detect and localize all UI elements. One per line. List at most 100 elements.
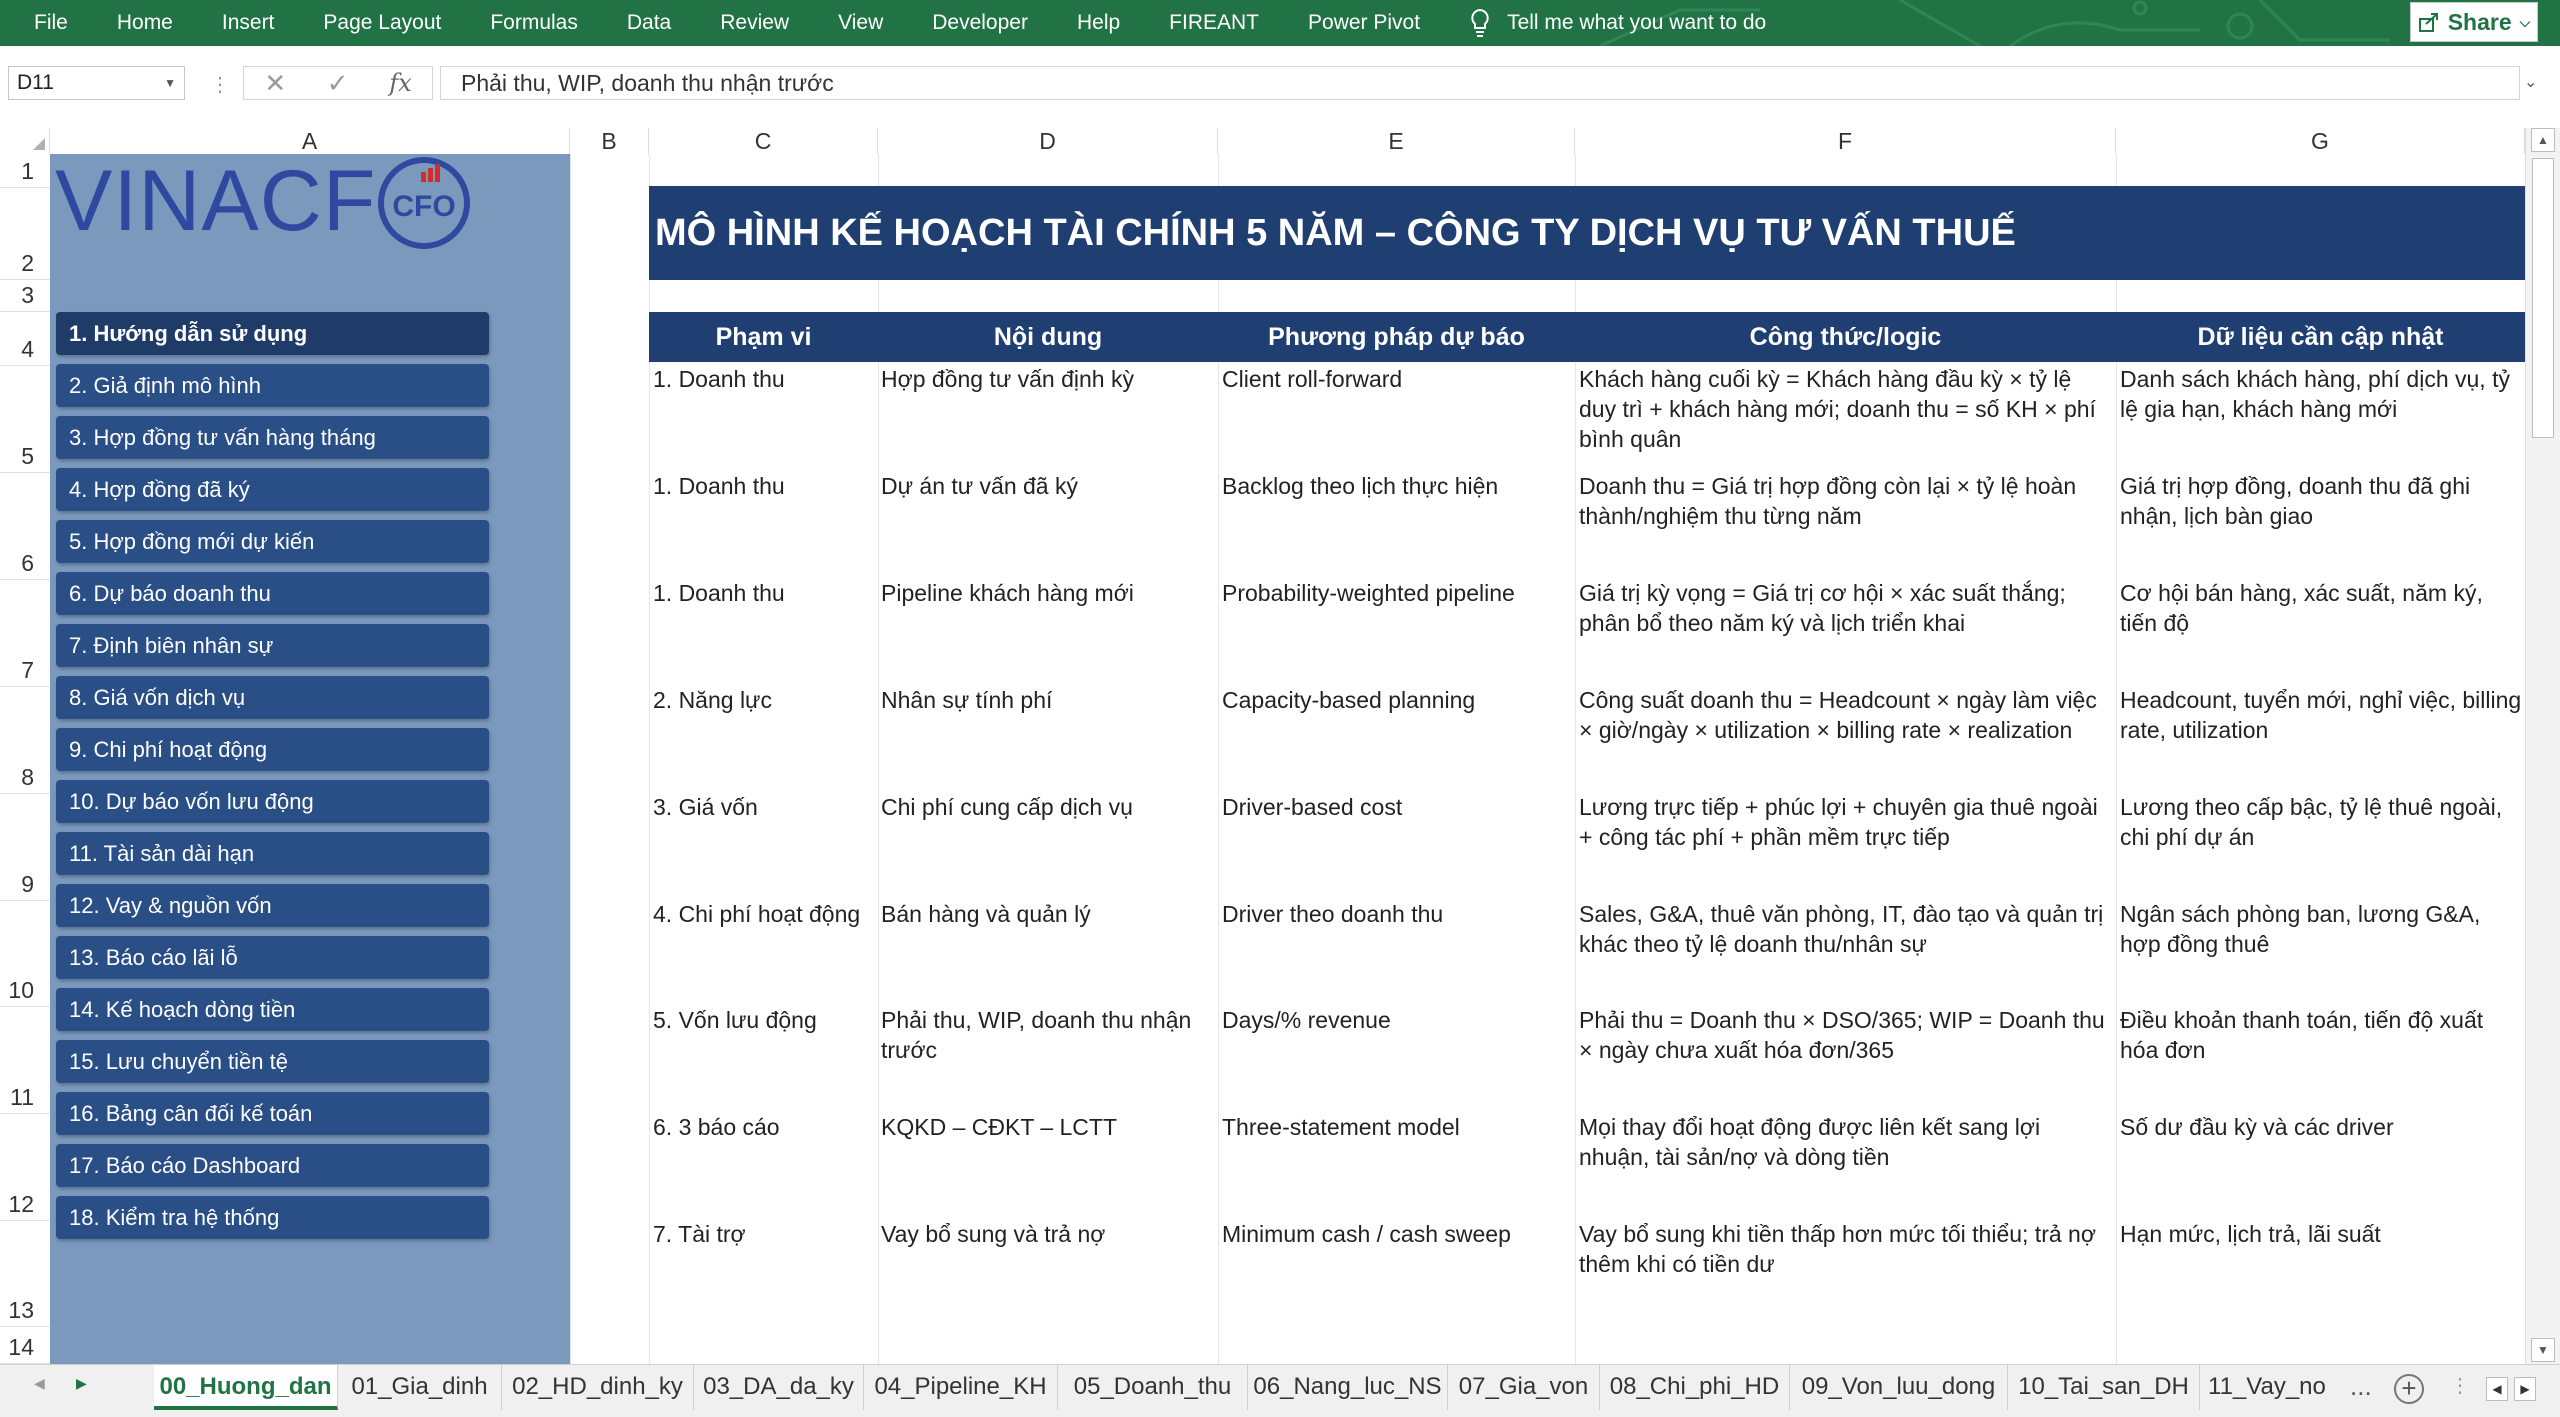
hscroll-right-icon[interactable]: ▶	[2514, 1377, 2536, 1401]
row-header-5[interactable]: 5	[0, 366, 50, 473]
table-cell[interactable]: Dự án tư vấn đã ký	[881, 471, 1216, 571]
scroll-thumb[interactable]	[2532, 158, 2554, 438]
row-header-8[interactable]: 8	[0, 687, 50, 794]
table-cell[interactable]: Phải thu, WIP, doanh thu nhận trước	[881, 1005, 1216, 1105]
table-cell[interactable]: Cơ hội bán hàng, xác suất, năm ký, tiến …	[2120, 578, 2525, 678]
table-cell[interactable]: 7. Tài trợ	[653, 1219, 877, 1319]
table-cell[interactable]: Driver-based cost	[1222, 792, 1574, 892]
add-sheet-icon[interactable]: +	[2394, 1374, 2424, 1404]
menu-home[interactable]: Home	[117, 11, 173, 35]
nav-button-13[interactable]: 13. Báo cáo lãi lỗ	[56, 936, 489, 979]
column-header-c[interactable]: C	[649, 128, 878, 154]
column-header-e[interactable]: E	[1218, 128, 1575, 154]
nav-button-16[interactable]: 16. Bảng cân đối kế toán	[56, 1092, 489, 1135]
table-cell[interactable]: Điều khoản thanh toán, tiến độ xuất hóa …	[2120, 1005, 2525, 1105]
table-cell[interactable]: 5. Vốn lưu động	[653, 1005, 877, 1105]
table-cell[interactable]: Vay bổ sung khi tiền thấp hơn mức tối th…	[1579, 1219, 2114, 1319]
table-cell[interactable]: Client roll-forward	[1222, 364, 1574, 464]
header-phuong-phap[interactable]: Phương pháp dự báo	[1218, 312, 1575, 362]
table-cell[interactable]: KQKD – CĐKT – LCTT	[881, 1112, 1216, 1212]
table-cell[interactable]: Lương trực tiếp + phúc lợi + chuyên gia …	[1579, 792, 2114, 892]
cancel-icon[interactable]: ✕	[264, 68, 286, 99]
formula-bar-grip-icon[interactable]: ⋮	[210, 72, 230, 97]
sheet-tab-08[interactable]: 08_Chi_phi_HD	[1600, 1365, 1790, 1410]
menu-page-layout[interactable]: Page Layout	[323, 11, 441, 35]
nav-button-4[interactable]: 4. Hợp đồng đã ký	[56, 468, 489, 511]
menu-data[interactable]: Data	[627, 11, 671, 35]
nav-button-1[interactable]: 1. Hướng dẫn sử dụng	[56, 312, 489, 355]
insert-function-icon[interactable]: fx	[389, 69, 411, 97]
nav-button-10[interactable]: 10. Dự báo vốn lưu động	[56, 780, 489, 823]
row-header-1[interactable]: 1	[0, 154, 50, 188]
table-cell[interactable]: 4. Chi phí hoạt động	[653, 899, 877, 999]
table-cell[interactable]: Giá trị hợp đồng, doanh thu đã ghi nhận,…	[2120, 471, 2525, 571]
enter-icon[interactable]: ✓	[327, 68, 349, 99]
sheet-tab-05[interactable]: 05_Doanh_thu	[1058, 1365, 1248, 1410]
table-cell[interactable]: Hạn mức, lịch trả, lãi suất	[2120, 1219, 2525, 1319]
row-header-12[interactable]: 12	[0, 1114, 50, 1221]
column-header-g[interactable]: G	[2116, 128, 2525, 154]
nav-button-11[interactable]: 11. Tài sản dài hạn	[56, 832, 489, 875]
nav-button-9[interactable]: 9. Chi phí hoạt động	[56, 728, 489, 771]
table-cell[interactable]: Sales, G&A, thuê văn phòng, IT, đào tạo …	[1579, 899, 2114, 999]
scroll-down-icon[interactable]: ▼	[2531, 1338, 2555, 1362]
nav-button-8[interactable]: 8. Giá vốn dịch vụ	[56, 676, 489, 719]
sheet-tab-11[interactable]: 11_Vay_no	[2200, 1365, 2330, 1410]
table-cell[interactable]: Doanh thu = Giá trị hợp đồng còn lại × t…	[1579, 471, 2114, 571]
table-cell[interactable]: Pipeline khách hàng mới	[881, 578, 1216, 678]
share-button[interactable]: Share ⌵	[2410, 2, 2538, 42]
header-pham-vi[interactable]: Phạm vi	[649, 312, 878, 362]
row-header-11[interactable]: 11	[0, 1007, 50, 1114]
column-header-b[interactable]: B	[570, 128, 649, 154]
table-cell[interactable]: Capacity-based planning	[1222, 685, 1574, 785]
menu-view[interactable]: View	[838, 11, 883, 35]
formula-input[interactable]: Phải thu, WIP, doanh thu nhận trước	[440, 66, 2520, 100]
table-cell[interactable]: 1. Doanh thu	[653, 471, 877, 571]
table-cell[interactable]: Số dư đầu kỳ và các driver	[2120, 1112, 2525, 1212]
sheet-tab-10[interactable]: 10_Tai_san_DH	[2008, 1365, 2200, 1410]
nav-button-7[interactable]: 7. Định biên nhân sự	[56, 624, 489, 667]
row-header-9[interactable]: 9	[0, 794, 50, 901]
nav-button-6[interactable]: 6. Dự báo doanh thu	[56, 572, 489, 615]
table-cell[interactable]: 1. Doanh thu	[653, 364, 877, 464]
nav-button-2[interactable]: 2. Giả định mô hình	[56, 364, 489, 407]
table-cell[interactable]: Backlog theo lịch thực hiện	[1222, 471, 1574, 571]
row-header-7[interactable]: 7	[0, 580, 50, 687]
vertical-scrollbar[interactable]: ▲ ▼	[2525, 128, 2560, 1364]
table-cell[interactable]: Minimum cash / cash sweep	[1222, 1219, 1574, 1319]
menu-fireant[interactable]: FIREANT	[1169, 11, 1259, 35]
menu-developer[interactable]: Developer	[932, 11, 1028, 35]
sheet-tab-07[interactable]: 07_Gia_von	[1448, 1365, 1600, 1410]
name-box[interactable]: D11 ▼	[8, 66, 185, 100]
menu-insert[interactable]: Insert	[222, 11, 275, 35]
tab-scroll-right-icon[interactable]: ▶	[76, 1375, 87, 1392]
nav-button-15[interactable]: 15. Lưu chuyển tiền tệ	[56, 1040, 489, 1083]
row-header-2[interactable]: 2	[0, 188, 50, 280]
nav-button-3[interactable]: 3. Hợp đồng tư vấn hàng tháng	[56, 416, 489, 459]
table-cell[interactable]: Mọi thay đổi hoạt động được liên kết san…	[1579, 1112, 2114, 1212]
table-cell[interactable]: Headcount, tuyển mới, nghỉ việc, billing…	[2120, 685, 2525, 785]
table-cell[interactable]: Công suất doanh thu = Headcount × ngày l…	[1579, 685, 2114, 785]
column-header-d[interactable]: D	[878, 128, 1218, 154]
table-cell[interactable]: Phải thu = Doanh thu × DSO/365; WIP = Do…	[1579, 1005, 2114, 1105]
table-cell[interactable]: Ngân sách phòng ban, lương G&A, hợp đồng…	[2120, 899, 2525, 999]
more-sheets-button[interactable]: ...	[2350, 1371, 2372, 1402]
table-cell[interactable]: 6. 3 báo cáo	[653, 1112, 877, 1212]
row-header-10[interactable]: 10	[0, 901, 50, 1007]
hscroll-left-icon[interactable]: ◀	[2486, 1377, 2508, 1401]
nav-button-12[interactable]: 12. Vay & nguồn vốn	[56, 884, 489, 927]
nav-button-14[interactable]: 14. Kế hoạch dòng tiền	[56, 988, 489, 1031]
menu-power-pivot[interactable]: Power Pivot	[1308, 11, 1420, 35]
header-noi-dung[interactable]: Nội dung	[878, 312, 1218, 362]
sheet-tab-06[interactable]: 06_Nang_luc_NS	[1248, 1365, 1448, 1410]
menu-review[interactable]: Review	[720, 11, 789, 35]
select-all-corner[interactable]	[0, 128, 50, 154]
menu-file[interactable]: File	[34, 11, 68, 35]
table-cell[interactable]: Probability-weighted pipeline	[1222, 578, 1574, 678]
column-header-f[interactable]: F	[1575, 128, 2116, 154]
sheet-tab-03[interactable]: 03_DA_da_ky	[694, 1365, 864, 1410]
row-header-6[interactable]: 6	[0, 473, 50, 580]
table-cell[interactable]: Chi phí cung cấp dịch vụ	[881, 792, 1216, 892]
expand-formula-bar-icon[interactable]: ⌄	[2524, 72, 2537, 92]
sheet-tab-01[interactable]: 01_Gia_dinh	[338, 1365, 502, 1410]
